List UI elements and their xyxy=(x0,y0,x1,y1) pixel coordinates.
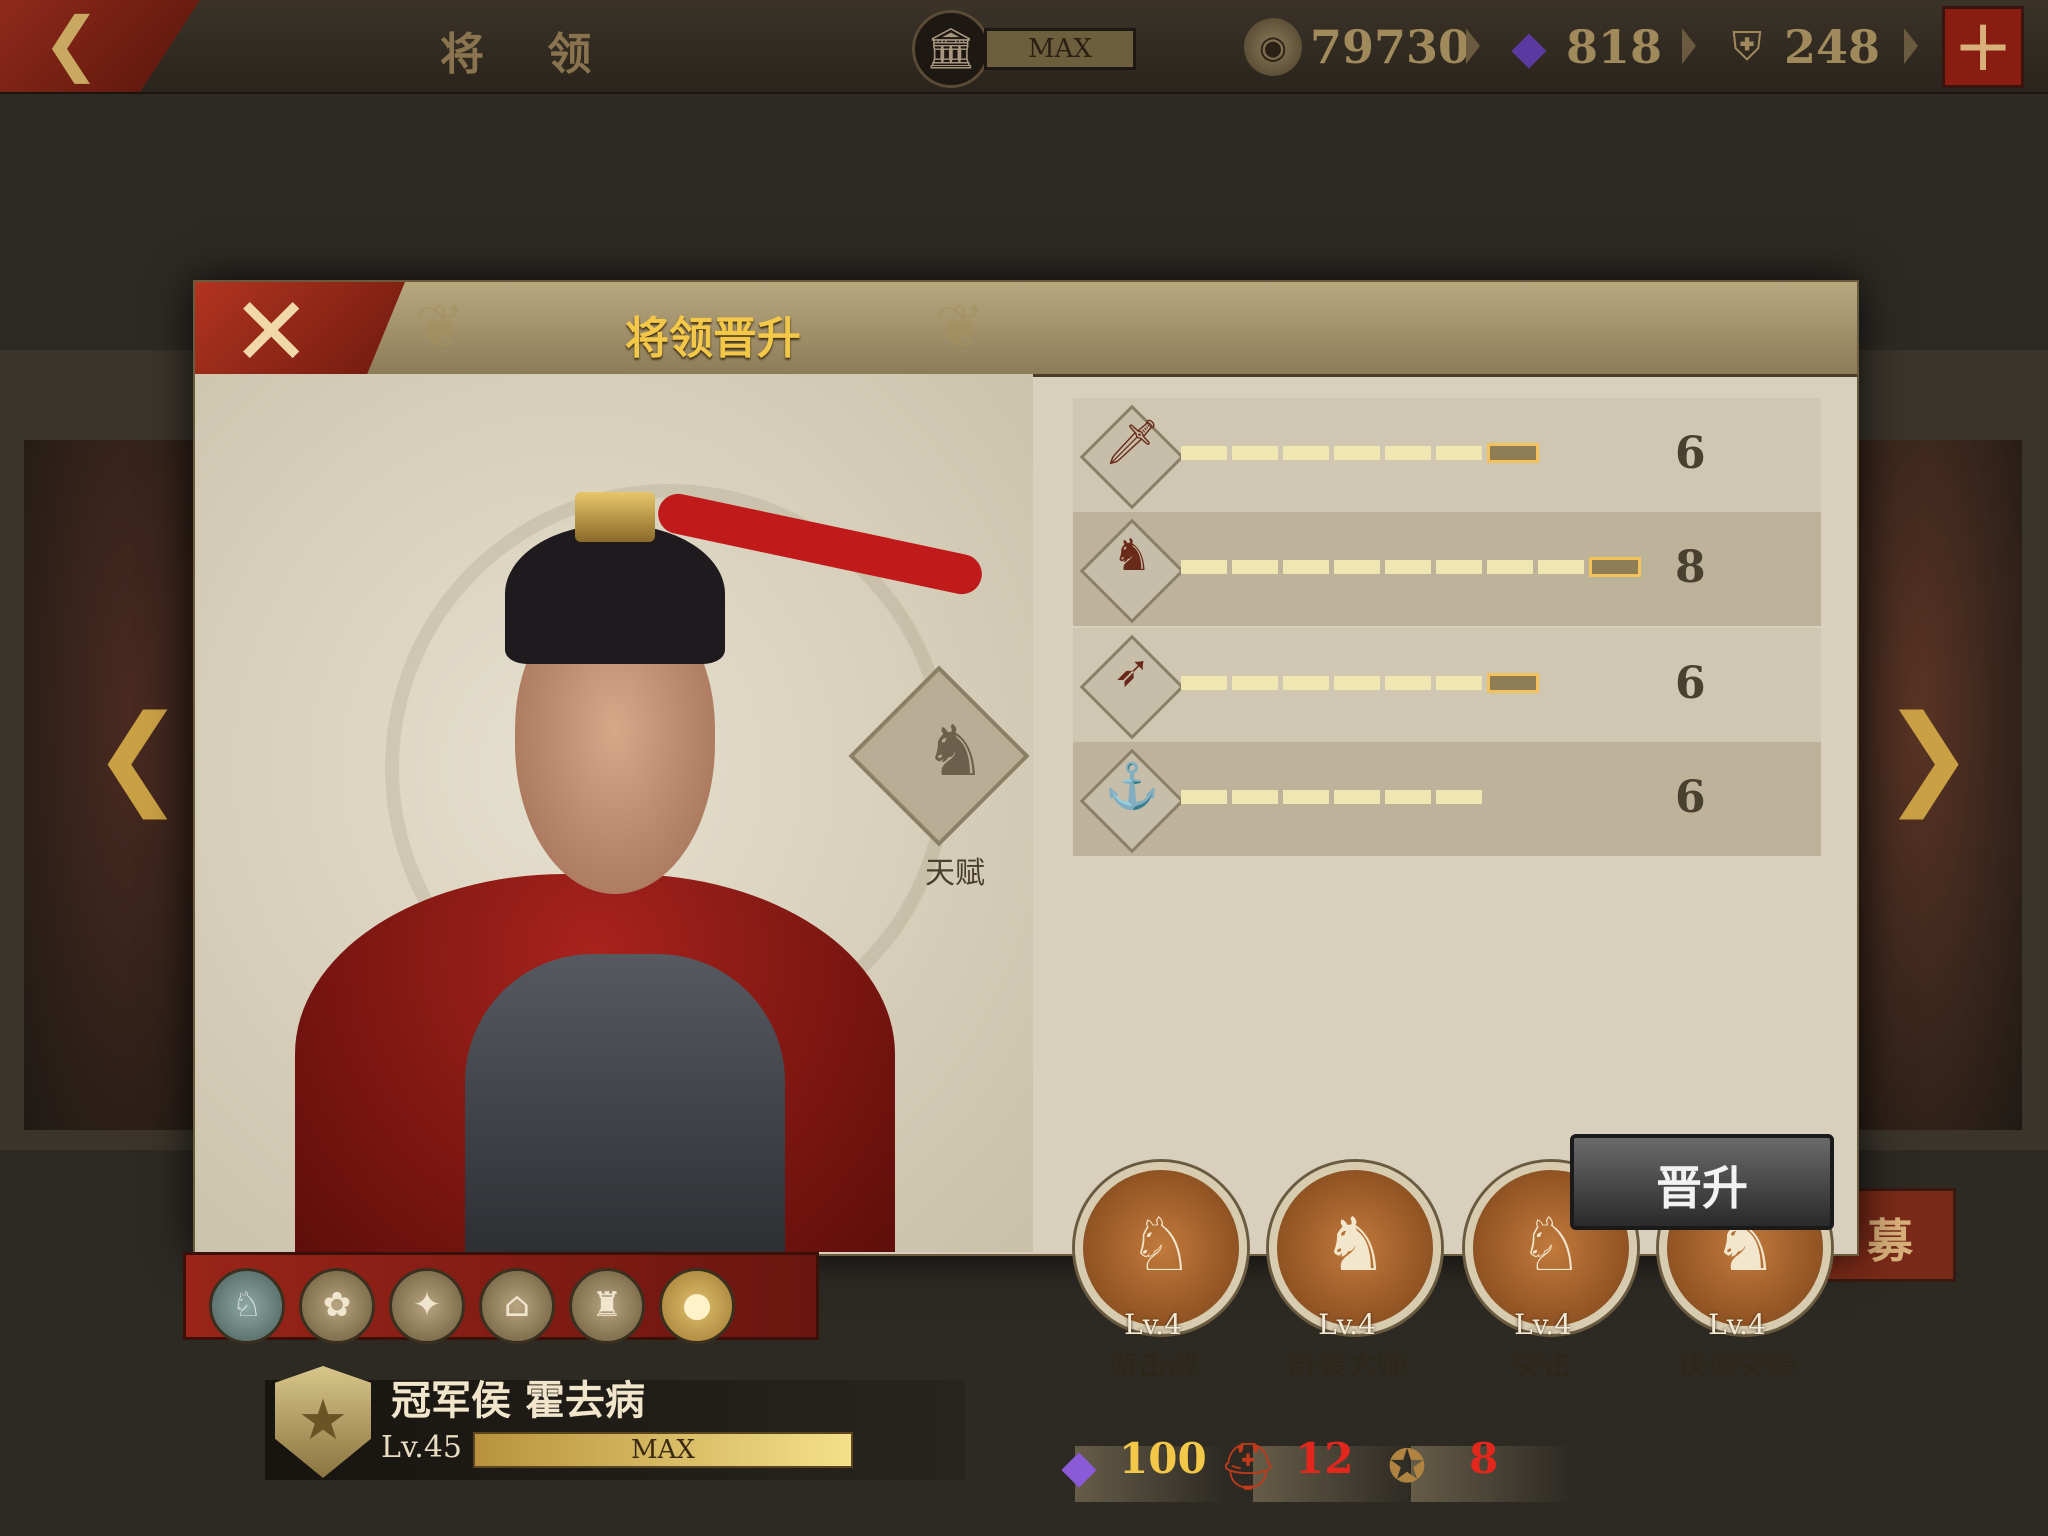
stat-segment xyxy=(1232,790,1278,804)
stat-segment xyxy=(1181,790,1227,804)
close-icon: ✕ xyxy=(231,276,312,388)
back-arrow-icon: ❮ xyxy=(42,2,101,84)
page-title: 将 领 xyxy=(440,29,616,80)
stat-segment xyxy=(1385,676,1431,690)
stat-segment xyxy=(1538,560,1584,574)
skill-level: Lv.4 xyxy=(1708,1308,1766,1341)
hero-crown xyxy=(575,492,655,542)
hero-level: Lv.45 xyxy=(381,1430,463,1465)
helmet-value: 248 xyxy=(1784,20,1881,74)
medal-cost: 8 xyxy=(1469,1434,1499,1483)
wolf-icon[interactable]: ✿ xyxy=(299,1268,375,1344)
stat-segment xyxy=(1487,560,1533,574)
stat-row-naval: ⚓ 6 xyxy=(1073,742,1821,856)
stat-segment xyxy=(1487,673,1539,693)
stat-row-archery: ➶ 6 xyxy=(1073,628,1821,742)
stat-segment xyxy=(1334,560,1380,574)
stat-segment xyxy=(1334,790,1380,804)
helmet-resource: ⛨ 248 xyxy=(1718,18,1918,74)
promote-label: 晋升 xyxy=(1656,1161,1748,1215)
add-resource-button[interactable]: + xyxy=(1942,6,2024,88)
recruit-label: 募 xyxy=(1867,1214,1913,1268)
stat-segment xyxy=(1334,446,1380,460)
skill-name: 快速突袭 xyxy=(1677,1348,1797,1383)
star-icon: ★ xyxy=(297,1388,349,1453)
resource-tail xyxy=(1904,28,1918,64)
medal-icon: ✪ xyxy=(1387,1439,1427,1493)
stat-segment xyxy=(1232,446,1278,460)
promote-button[interactable]: 晋升 xyxy=(1570,1134,1834,1230)
gem-resource: ◆ 818 xyxy=(1500,18,1696,74)
shield-horse-icon[interactable]: ♘ xyxy=(209,1268,285,1344)
stat-segment xyxy=(1283,790,1329,804)
gem-icon: ◆ xyxy=(1061,1439,1097,1493)
cavalry-knight-icon: ♞ xyxy=(923,710,987,792)
next-arrow-icon[interactable]: ❯ xyxy=(1882,700,1974,810)
coin-resource: ◉ 79730 xyxy=(1244,18,1480,76)
laurel-icon: ❦ xyxy=(415,292,466,362)
resource-tail xyxy=(1682,28,1696,64)
stat-segment xyxy=(1181,676,1227,690)
stat-segment xyxy=(1283,676,1329,690)
stat-segment xyxy=(1385,446,1431,460)
hero-level-bar: MAX xyxy=(473,1432,853,1468)
bow-icon: ➶ xyxy=(1113,646,1151,697)
promotion-dialog: ❦ ❦ ✕ 将领晋升 ♞ 天赋 ♘ ✿ ✦ ⌂ ♜ ● ★ 冠军侯 霍去病 Lv… xyxy=(183,280,1859,1502)
stat-segment xyxy=(1385,560,1431,574)
dialog-title: 将领晋升 xyxy=(625,313,801,364)
hero-armor xyxy=(465,954,785,1252)
gate-icon[interactable]: ⌂ xyxy=(479,1268,555,1344)
helmet-cost: 12 xyxy=(1295,1434,1354,1483)
lock-icon[interactable]: ● xyxy=(659,1268,735,1344)
stat-segment xyxy=(1181,560,1227,574)
stat-segment xyxy=(1385,790,1431,804)
laurel-icon: ❦ xyxy=(935,292,986,362)
stat-segment xyxy=(1589,557,1641,577)
helmet-coin-icon: ⛨ xyxy=(1732,24,1762,70)
hero-name: 冠军侯 霍去病 xyxy=(391,1377,645,1424)
sword-icon: 🗡 xyxy=(1104,417,1160,468)
stat-segment xyxy=(1487,443,1539,463)
spartan-helmet-icon: ⛑ xyxy=(1219,1439,1278,1493)
previous-arrow-icon[interactable]: ❮ xyxy=(92,700,184,810)
talent-label: 天赋 xyxy=(925,856,985,891)
stat-segment xyxy=(1181,446,1227,460)
stat-segment xyxy=(1436,446,1482,460)
stat-segment xyxy=(1436,676,1482,690)
stat-segment xyxy=(1283,446,1329,460)
horse-icon: ♞ xyxy=(1112,530,1152,581)
stat-segment xyxy=(1436,560,1482,574)
museum-icon[interactable]: 🏛 xyxy=(912,10,990,88)
castle-icon[interactable]: ♜ xyxy=(569,1268,645,1344)
stat-value: 6 xyxy=(1675,772,1706,823)
stat-row-cavalry: ♞ 8 xyxy=(1073,512,1821,626)
gem-icon: ◆ xyxy=(1511,20,1547,74)
resource-tail xyxy=(1466,28,1480,64)
stat-segment xyxy=(1334,676,1380,690)
stat-segment xyxy=(1283,560,1329,574)
stat-value: 8 xyxy=(1675,542,1706,593)
museum-level-bar: MAX xyxy=(984,28,1136,70)
gem-cost: 100 xyxy=(1119,1434,1207,1483)
coin-value: 79730 xyxy=(1310,20,1471,74)
stat-segment xyxy=(1436,790,1482,804)
compass-icon[interactable]: ✦ xyxy=(389,1268,465,1344)
skill-level: Lv.4 xyxy=(1318,1308,1376,1341)
stat-row-attack: 🗡 6 xyxy=(1073,398,1821,512)
stat-segment xyxy=(1232,676,1278,690)
skill-name: 游击战 xyxy=(1108,1348,1198,1383)
stat-value: 6 xyxy=(1675,658,1706,709)
coin-icon: ◉ xyxy=(1244,18,1302,76)
skill-name: 奇袭大师 xyxy=(1287,1348,1407,1383)
skill-name: 突击 xyxy=(1513,1348,1573,1383)
skill-level: Lv.4 xyxy=(1124,1308,1182,1341)
stat-segment xyxy=(1232,560,1278,574)
anchor-icon: ⚓ xyxy=(1104,761,1160,812)
stat-value: 6 xyxy=(1675,428,1706,479)
hero-hair xyxy=(505,524,725,664)
gem-value: 818 xyxy=(1566,20,1663,74)
skill-level: Lv.4 xyxy=(1514,1308,1572,1341)
